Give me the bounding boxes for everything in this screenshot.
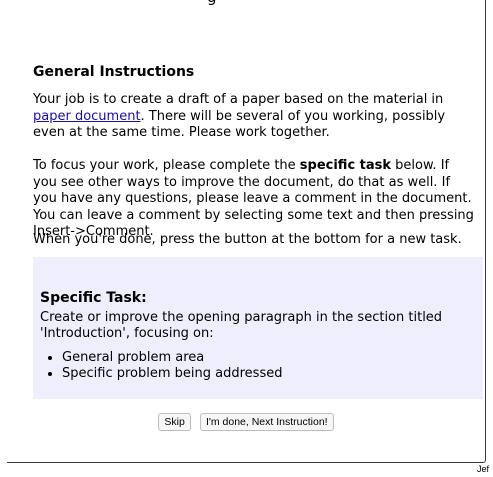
instructions-paragraph-1: Your job is to create a draft of a paper… [33, 92, 477, 142]
list-item: Specific problem being addressed [62, 366, 282, 382]
next-instruction-button[interactable]: I'm done, Next Instruction! [199, 413, 334, 431]
specific-task-emphasis: specific task [299, 158, 392, 173]
instructions-paragraph-2: To focus your work, please complete the … [33, 158, 477, 241]
skip-button[interactable]: Skip [158, 413, 191, 431]
specific-task-description: Create or improve the opening paragraph … [40, 310, 443, 341]
button-row: Skip I'm done, Next Instruction! [7, 410, 485, 431]
instruction-panel: g General Instructions Your job is to cr… [7, 0, 486, 463]
footer-text: Jef [477, 464, 490, 474]
p2-text-before: To focus your work, please complete the [33, 158, 300, 173]
paper-document-link[interactable]: paper document [33, 109, 141, 124]
focus-list: General problem area Specific problem be… [40, 350, 282, 381]
p1-text-before: Your job is to create a draft of a paper… [33, 92, 444, 107]
instructions-paragraph-3: When you're done, press the button at th… [33, 232, 462, 247]
list-item: General problem area [62, 350, 282, 366]
specific-task-box: Specific Task: Create or improve the ope… [33, 257, 483, 399]
general-instructions-heading: General Instructions [33, 64, 195, 80]
specific-task-heading: Specific Task: [40, 290, 147, 306]
page-title-fragment: g [207, 0, 217, 6]
